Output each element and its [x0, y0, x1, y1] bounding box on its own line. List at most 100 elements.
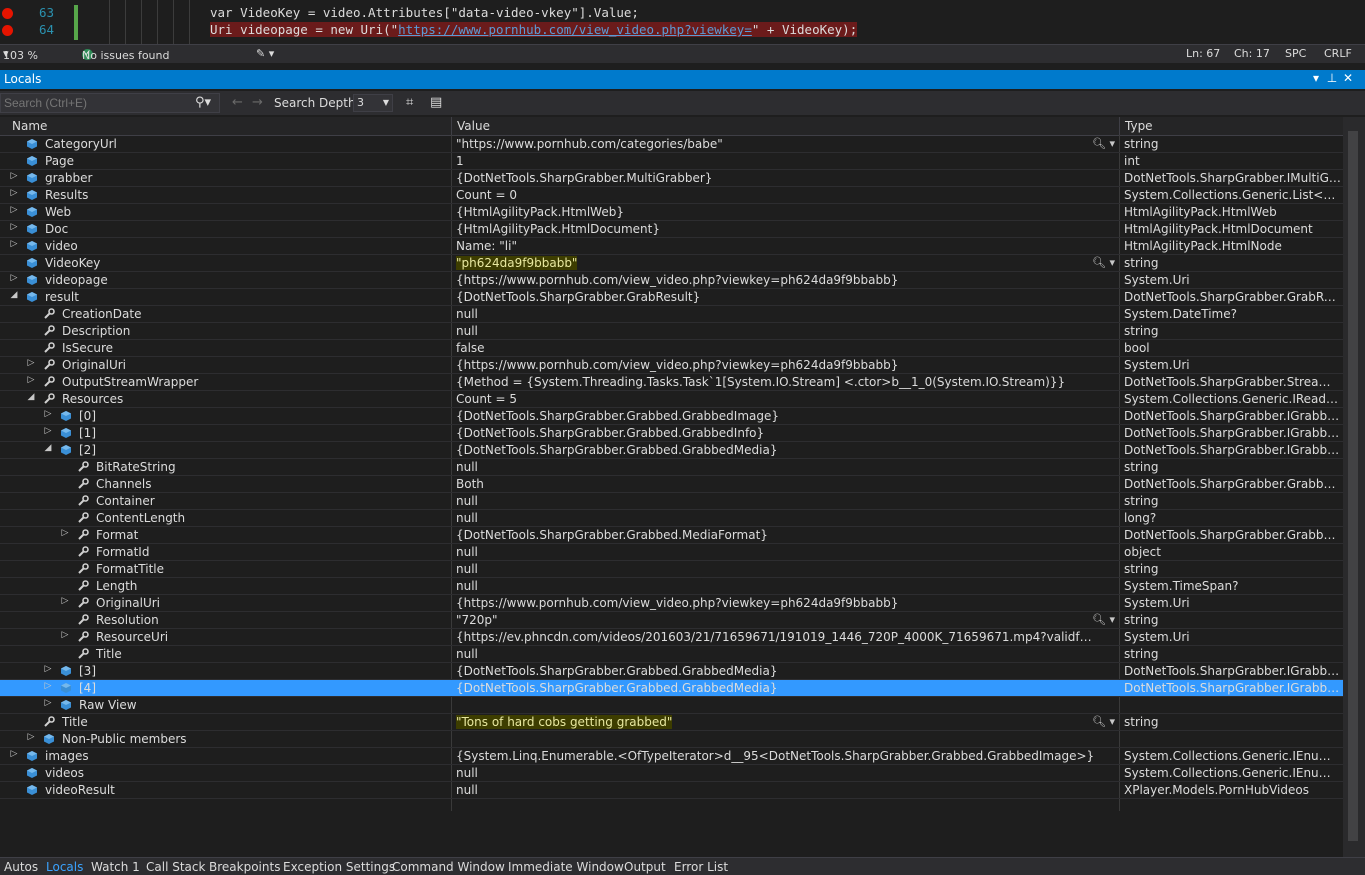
column-resizer[interactable]: [451, 117, 452, 135]
breakpoint-icon[interactable]: [2, 8, 13, 19]
variable-value[interactable]: {https://www.pornhub.com/view_video.php?…: [456, 596, 1096, 610]
table-row[interactable]: ▷ Web {HtmlAgilityPack.HtmlWeb} HtmlAgility…: [0, 204, 1343, 221]
table-row[interactable]: BitRateString null string: [0, 459, 1343, 476]
table-row[interactable]: ▷ Non-Public members: [0, 731, 1343, 748]
expand-arrow-icon[interactable]: ▷: [9, 749, 19, 759]
table-row[interactable]: ▷ Raw View: [0, 697, 1343, 714]
search-depth-select[interactable]: 3 ▼: [353, 94, 393, 112]
variable-value[interactable]: {DotNetTools.SharpGrabber.MultiGrabber}: [456, 171, 1096, 185]
variable-value[interactable]: null: [456, 562, 1096, 576]
expand-arrow-icon[interactable]: ▷: [9, 239, 19, 249]
variable-value[interactable]: null: [456, 579, 1096, 593]
variable-value[interactable]: {DotNetTools.SharpGrabber.Grabbed.Grabbe…: [456, 409, 1096, 423]
tab-exception-settings[interactable]: Exception Settings: [283, 860, 395, 874]
table-row[interactable]: Length null System.TimeSpan?: [0, 578, 1343, 595]
variable-value[interactable]: {DotNetTools.SharpGrabber.Grabbed.Grabbe…: [456, 681, 1096, 695]
expand-arrow-icon[interactable]: ▷: [9, 188, 19, 198]
variable-value[interactable]: null: [456, 460, 1096, 474]
line-ending-indicator[interactable]: CRLF: [1324, 47, 1352, 60]
tab-error-list[interactable]: Error List: [674, 860, 728, 874]
variable-value[interactable]: null: [456, 324, 1096, 338]
table-row[interactable]: ◢ [2] {DotNetTools.SharpGrabber.Grabbed.Gr…: [0, 442, 1343, 459]
table-row[interactable]: Channels Both DotNetTools.SharpGrabber.Gra…: [0, 476, 1343, 493]
variable-value[interactable]: null: [456, 511, 1096, 525]
tab-command-window[interactable]: Command Window: [392, 860, 505, 874]
variable-value[interactable]: {https://ev.phncdn.com/videos/201603/21/…: [456, 630, 1096, 644]
table-row[interactable]: Container null string: [0, 493, 1343, 510]
spacing-indicator[interactable]: SPC: [1285, 47, 1306, 60]
variable-value[interactable]: {https://www.pornhub.com/view_video.php?…: [456, 273, 1096, 287]
tab-watch-1[interactable]: Watch 1: [91, 860, 140, 874]
table-row[interactable]: Title null string: [0, 646, 1343, 663]
variable-value[interactable]: null: [456, 766, 1096, 780]
columns-icon[interactable]: ▤: [430, 95, 442, 110]
table-row[interactable]: CategoryUrl "https://www.pornhub.com/cate…: [0, 136, 1343, 153]
visualizer-search-icon[interactable]: 🔍︎ ▾: [1092, 613, 1115, 626]
scrollbar-thumb[interactable]: [1348, 131, 1358, 841]
column-header-type[interactable]: Type: [1125, 119, 1153, 133]
variable-value[interactable]: "https://www.pornhub.com/categories/babe…: [456, 137, 1096, 151]
table-row[interactable]: Title "Tons of hard cobs getting grabbed"…: [0, 714, 1343, 731]
expand-arrow-icon[interactable]: ▷: [43, 698, 53, 708]
expand-arrow-icon[interactable]: ▷: [43, 426, 53, 436]
table-row[interactable]: videos null System.Collections.Generic.IEn…: [0, 765, 1343, 782]
table-row[interactable]: IsSecure false bool: [0, 340, 1343, 357]
pin-icon[interactable]: ⊥: [1325, 71, 1339, 85]
tab-immediate-window[interactable]: Immediate Window: [508, 860, 624, 874]
table-row[interactable]: CreationDate null System.DateTime?: [0, 306, 1343, 323]
table-row[interactable]: ▷ OutputStreamWrapper {Method = {System.Th…: [0, 374, 1343, 391]
table-row[interactable]: ▷ Results Count = 0 System.Collections.Gene…: [0, 187, 1343, 204]
expand-arrow-icon[interactable]: ▷: [9, 171, 19, 181]
vertical-scrollbar[interactable]: [1343, 117, 1365, 857]
table-row[interactable]: ▷ images {System.Linq.Enumerable.<OfTypeIt…: [0, 748, 1343, 765]
variable-value[interactable]: {DotNetTools.SharpGrabber.Grabbed.Grabbe…: [456, 426, 1096, 440]
variable-value[interactable]: null: [456, 494, 1096, 508]
expand-arrow-icon[interactable]: ▷: [43, 681, 53, 691]
code-editor[interactable]: 63 var VideoKey = video.Attributes["data…: [0, 0, 1365, 44]
expand-arrow-icon[interactable]: ▷: [26, 375, 36, 385]
variable-value[interactable]: null: [456, 783, 1096, 797]
table-row[interactable]: VideoKey "ph624da9f9bbabb" 🔍︎ ▾ string: [0, 255, 1343, 272]
expand-arrow-icon[interactable]: ▷: [9, 222, 19, 232]
code-url-link[interactable]: https://www.pornhub.com/view_video.php?v…: [398, 22, 752, 37]
table-row[interactable]: Description null string: [0, 323, 1343, 340]
expand-arrow-icon[interactable]: ▷: [26, 358, 36, 368]
locals-grid[interactable]: Name Value Type CategoryUrl "https://www.…: [0, 117, 1343, 857]
collapse-arrow-icon[interactable]: ◢: [43, 443, 53, 453]
variable-value[interactable]: "720p": [456, 613, 1096, 627]
variable-value[interactable]: {Method = {System.Threading.Tasks.Task`1…: [456, 375, 1096, 389]
table-row[interactable]: ▷ Format {DotNetTools.SharpGrabber.Grabbed…: [0, 527, 1343, 544]
expand-arrow-icon[interactable]: ▷: [9, 273, 19, 283]
expand-arrow-icon[interactable]: ▷: [60, 630, 70, 640]
table-row[interactable]: ▷ OriginalUri {https://www.pornhub.com/vie…: [0, 357, 1343, 374]
breakpoint-icon[interactable]: [2, 25, 13, 36]
tab-locals[interactable]: Locals: [46, 860, 83, 874]
table-row[interactable]: FormatTitle null string: [0, 561, 1343, 578]
hex-toggle-icon[interactable]: ⌗: [406, 95, 413, 110]
variable-value[interactable]: Both: [456, 477, 1096, 491]
variable-value[interactable]: {DotNetTools.SharpGrabber.Grabbed.Grabbe…: [456, 664, 1096, 678]
table-row[interactable]: videoResult null XPlayer.Models.PornHubVid…: [0, 782, 1343, 799]
variable-value[interactable]: "ph624da9f9bbabb": [456, 256, 578, 270]
code-line-64[interactable]: 64 Uri videopage = new Uri("https://www.…: [0, 22, 1340, 40]
variable-value[interactable]: {HtmlAgilityPack.HtmlDocument}: [456, 222, 1096, 236]
back-arrow-icon[interactable]: ←: [232, 95, 243, 110]
column-header-name[interactable]: Name: [12, 119, 47, 133]
search-icon[interactable]: ⚲▾: [195, 95, 211, 110]
close-icon[interactable]: ✕: [1341, 71, 1355, 85]
expand-arrow-icon[interactable]: ▷: [26, 732, 36, 742]
column-resizer[interactable]: [1119, 117, 1120, 135]
variable-value[interactable]: Count = 0: [456, 188, 1096, 202]
tab-call-stack[interactable]: Call Stack: [146, 860, 205, 874]
table-row[interactable]: ◢ Resources Count = 5 System.Collections.Ge…: [0, 391, 1343, 408]
variable-value[interactable]: Count = 5: [456, 392, 1096, 406]
line-indicator[interactable]: Ln: 67: [1186, 47, 1220, 60]
table-row[interactable]: ▷ [0] {DotNetTools.SharpGrabber.Grabbed.Gr…: [0, 408, 1343, 425]
expand-arrow-icon[interactable]: ▷: [60, 528, 70, 538]
forward-arrow-icon[interactable]: →: [252, 95, 263, 110]
expand-arrow-icon[interactable]: ▷: [60, 596, 70, 606]
variable-value[interactable]: null: [456, 647, 1096, 661]
table-row[interactable]: ▷ Doc {HtmlAgilityPack.HtmlDocument} HtmlAg…: [0, 221, 1343, 238]
table-row[interactable]: ▷ [1] {DotNetTools.SharpGrabber.Grabbed.Gr…: [0, 425, 1343, 442]
collapse-arrow-icon[interactable]: ◢: [9, 290, 19, 300]
